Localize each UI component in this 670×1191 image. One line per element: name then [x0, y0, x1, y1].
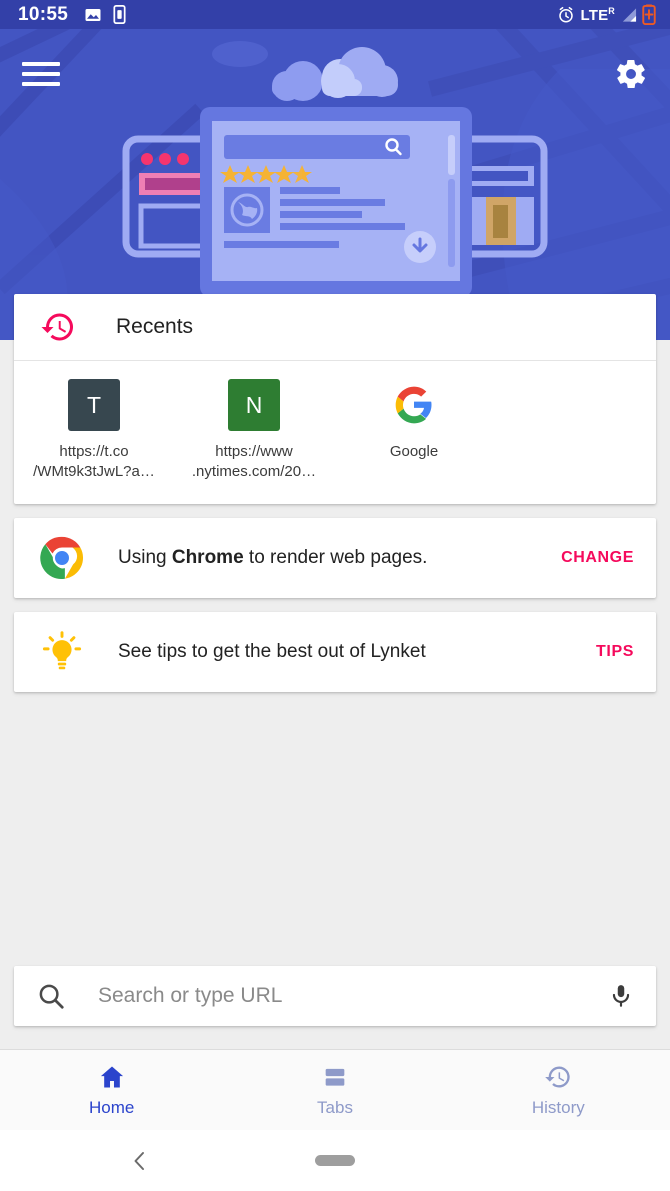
- recent-tile-initial: T: [86, 391, 102, 418]
- browser-renderer-text: Using Chrome to render web pages.: [118, 547, 561, 569]
- battery-charging-icon: [642, 4, 656, 25]
- recents-grid: T https://t.co /WMt9k3tJwL?a… N https://…: [14, 361, 656, 504]
- main-content: Recents T https://t.co /WMt9k3tJwL?a… N …: [0, 294, 670, 706]
- nav-label-home: Home: [88, 1097, 135, 1117]
- illustration-scrollbar-track: [448, 179, 455, 267]
- nav-item-tabs[interactable]: Tabs: [223, 1050, 446, 1130]
- android-navigation-bar: [0, 1130, 670, 1191]
- alarm-icon: [559, 6, 574, 22]
- tips-button[interactable]: TIPS: [596, 643, 634, 661]
- recent-item-label: https://www .nytimes.com/20…: [191, 443, 317, 480]
- illustration-search-field: [224, 135, 410, 159]
- browser-renderer-card[interactable]: Using Chrome to render web pages. CHANGE: [14, 518, 656, 598]
- sim-icon: [113, 5, 126, 24]
- home-pill-icon[interactable]: [315, 1155, 355, 1166]
- recent-tile-initial: N: [245, 391, 263, 418]
- tips-card[interactable]: See tips to get the best out of Lynket T…: [14, 612, 656, 692]
- recent-tile-icon: T: [68, 379, 120, 431]
- recent-item-label: Google: [389, 443, 439, 460]
- status-bar: 10:55 LTER: [0, 0, 670, 29]
- monitor-illustration: [200, 107, 472, 297]
- illustration-scrollbar-thumb: [448, 135, 455, 175]
- search-icon: [39, 984, 64, 1009]
- gear-icon[interactable]: [614, 57, 648, 91]
- history-icon: [41, 313, 74, 341]
- google-logo-icon: [395, 386, 432, 424]
- tabs-icon: [325, 1068, 345, 1086]
- nav-label-tabs: Tabs: [317, 1097, 353, 1117]
- recents-title: Recents: [116, 315, 194, 338]
- recent-item-nytimes[interactable]: N https://www .nytimes.com/20…: [174, 379, 334, 482]
- back-chevron-icon[interactable]: [128, 1148, 152, 1174]
- history-icon: [545, 1066, 570, 1087]
- status-left-icons: [84, 5, 126, 24]
- change-browser-button[interactable]: CHANGE: [561, 549, 634, 567]
- recent-tile-icon: [388, 379, 440, 431]
- status-time: 10:55: [18, 3, 69, 25]
- bottom-navigation: Home Tabs History: [0, 1049, 670, 1130]
- app-screen: 10:55 LTER Recents T https://t.co /WMt9k…: [0, 0, 670, 1191]
- recents-card: Recents T https://t.co /WMt9k3tJwL?a… N …: [14, 294, 656, 504]
- renderer-text-suffix: to render web pages.: [243, 547, 428, 568]
- lightbulb-icon: [36, 630, 88, 674]
- chrome-icon: [36, 535, 88, 581]
- renderer-text-prefix: Using: [118, 547, 172, 568]
- home-icon: [100, 1066, 123, 1087]
- recent-item-google[interactable]: Google: [334, 379, 494, 482]
- image-icon: [85, 8, 101, 21]
- microphone-icon[interactable]: [608, 981, 634, 1011]
- download-icon: [404, 231, 436, 263]
- recent-item-label: https://t.co /WMt9k3tJwL?a…: [33, 443, 155, 480]
- nav-item-home[interactable]: Home: [0, 1050, 223, 1130]
- status-right-icons: LTER: [557, 4, 660, 25]
- signal-icon: [622, 7, 637, 22]
- nav-item-history[interactable]: History: [447, 1050, 670, 1130]
- renderer-browser-name: Chrome: [171, 547, 244, 568]
- hamburger-menu-icon[interactable]: [22, 59, 60, 89]
- recent-tile-icon: N: [228, 379, 280, 431]
- recent-item-tco[interactable]: T https://t.co /WMt9k3tJwL?a…: [14, 379, 174, 482]
- network-type-label: LTER: [580, 5, 615, 24]
- search-input[interactable]: Search or type URL: [98, 984, 608, 1008]
- tips-text: See tips to get the best out of Lynket: [118, 641, 426, 662]
- recents-header: Recents: [14, 294, 656, 361]
- search-bar[interactable]: Search or type URL: [14, 966, 656, 1026]
- nav-label-history: History: [531, 1097, 585, 1117]
